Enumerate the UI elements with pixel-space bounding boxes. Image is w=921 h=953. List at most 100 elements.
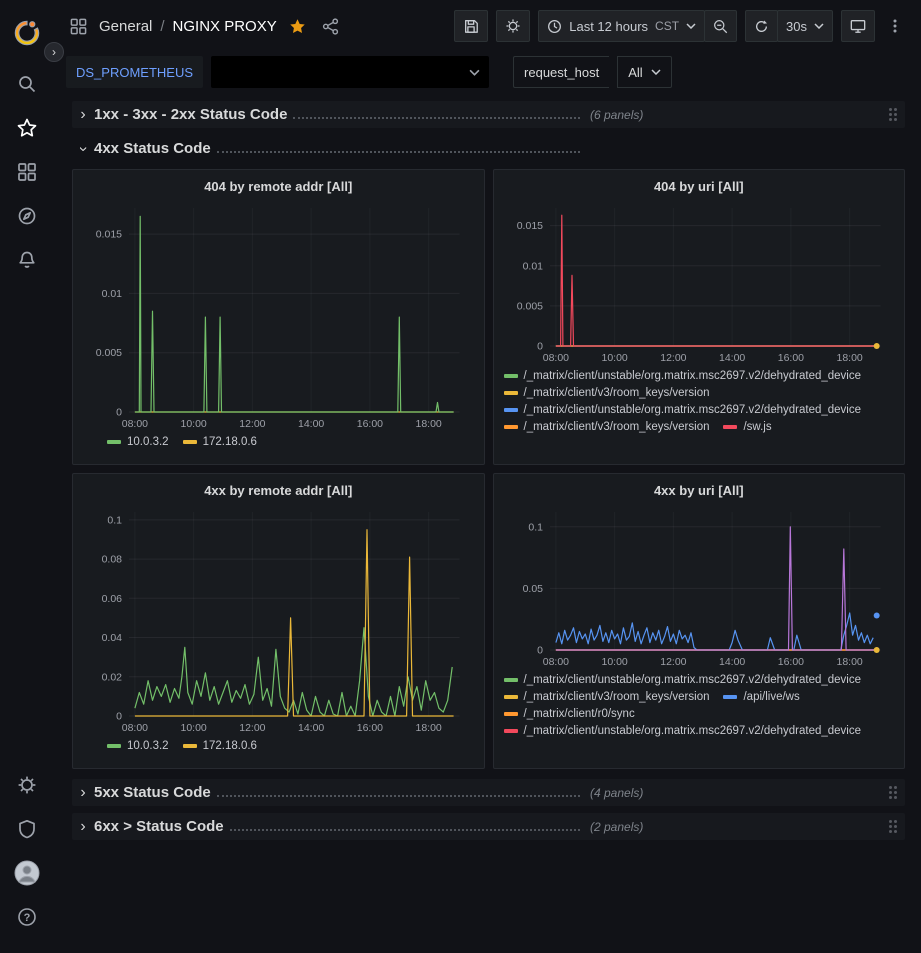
tv-mode-button[interactable] <box>841 10 875 42</box>
legend-swatch <box>183 744 197 748</box>
svg-text:08:00: 08:00 <box>542 352 568 364</box>
svg-text:0.1: 0.1 <box>107 514 122 526</box>
explore-compass-icon[interactable] <box>7 194 47 238</box>
svg-text:0.08: 0.08 <box>102 554 123 566</box>
time-range-picker[interactable]: Last 12 hours CST <box>538 10 705 42</box>
panel-title[interactable]: 4xx by remote addr [All] <box>83 480 474 504</box>
svg-text:12:00: 12:00 <box>660 656 686 668</box>
row-dotted-leader <box>217 151 580 153</box>
panel-legend: 10.0.3.2 172.18.0.6 <box>83 736 474 760</box>
legend-swatch <box>504 374 518 378</box>
svg-text:0.01: 0.01 <box>522 260 543 272</box>
panel-title[interactable]: 404 by uri [All] <box>504 176 895 200</box>
svg-text:0.01: 0.01 <box>102 288 123 300</box>
row-1xx-3xx-2xx[interactable]: › 1xx - 3xx - 2xx Status Code (6 panels) <box>72 101 905 128</box>
datasource-value-select[interactable] <box>211 56 489 88</box>
legend-item[interactable]: /_matrix/client/v3/room_keys/version <box>504 691 710 703</box>
legend-swatch <box>504 391 518 395</box>
timeseries-chart: 00.020.040.060.080.108:0010:0012:0014:00… <box>83 504 474 736</box>
row-expand-chevron-icon: › <box>74 138 92 160</box>
dashboard-header: General / NGINX PROXY <box>54 0 921 52</box>
row-title: 1xx - 3xx - 2xx Status Code <box>94 106 287 123</box>
svg-text:0.005: 0.005 <box>516 300 542 312</box>
svg-text:16:00: 16:00 <box>357 418 383 430</box>
legend-item[interactable]: /_matrix/client/v3/room_keys/version <box>504 387 710 399</box>
search-icon[interactable] <box>7 62 47 106</box>
svg-text:18:00: 18:00 <box>836 352 862 364</box>
svg-text:08:00: 08:00 <box>122 418 148 430</box>
panel-4xx-by-remote-addr: 4xx by remote addr [All] 00.020.040.060.… <box>72 473 485 769</box>
request-host-value: All <box>628 65 642 80</box>
svg-text:16:00: 16:00 <box>777 352 803 364</box>
row-5xx[interactable]: › 5xx Status Code (4 panels) <box>72 779 905 806</box>
favorite-star-icon[interactable] <box>285 14 310 39</box>
svg-text:18:00: 18:00 <box>416 418 442 430</box>
legend-item[interactable]: /_matrix/client/unstable/org.matrix.msc2… <box>504 370 862 382</box>
admin-shield-icon[interactable] <box>7 807 47 851</box>
request-host-variable-label[interactable]: request_host <box>513 56 609 88</box>
alerting-bell-icon[interactable] <box>7 238 47 282</box>
zoom-out-button[interactable] <box>704 10 737 42</box>
row-title: 4xx Status Code <box>94 140 211 157</box>
legend-item[interactable]: /api/live/ws <box>723 691 799 703</box>
svg-text:0.1: 0.1 <box>528 521 543 533</box>
row-title: 5xx Status Code <box>94 784 211 801</box>
request-host-value-select[interactable]: All <box>617 56 671 88</box>
row-drag-handle[interactable] <box>889 786 897 799</box>
row-drag-handle[interactable] <box>889 820 897 833</box>
timeseries-chart: 00.050.108:0010:0012:0014:0016:0018:00 <box>504 504 895 670</box>
breadcrumb-separator: / <box>160 18 164 35</box>
row-dotted-leader <box>293 117 580 119</box>
row-panel-count: (6 panels) <box>590 108 643 122</box>
apps-grid-icon[interactable] <box>66 14 91 39</box>
legend-item[interactable]: 10.0.3.2 <box>107 740 169 752</box>
svg-text:0.05: 0.05 <box>522 583 543 595</box>
legend-swatch <box>504 729 518 733</box>
svg-text:10:00: 10:00 <box>180 418 206 430</box>
refresh-interval-dropdown[interactable]: 30s <box>777 10 833 42</box>
settings-gear-icon[interactable] <box>7 763 47 807</box>
row-drag-handle[interactable] <box>889 108 897 121</box>
legend-item[interactable]: 172.18.0.6 <box>183 740 257 752</box>
legend-item[interactable]: /_matrix/client/unstable/org.matrix.msc2… <box>504 674 862 686</box>
starred-dashboards-icon[interactable] <box>7 106 47 150</box>
legend-item[interactable]: /_matrix/client/unstable/org.matrix.msc2… <box>504 725 862 737</box>
row-6xx[interactable]: › 6xx > Status Code (2 panels) <box>72 813 905 840</box>
help-icon[interactable]: ? <box>7 895 47 939</box>
svg-text:12:00: 12:00 <box>660 352 686 364</box>
legend-label: /_matrix/client/v3/room_keys/version <box>524 387 710 399</box>
datasource-variable-label[interactable]: DS_PROMETHEUS <box>66 56 203 88</box>
dashboards-icon[interactable] <box>7 150 47 194</box>
legend-item[interactable]: 10.0.3.2 <box>107 436 169 448</box>
refresh-interval-label: 30s <box>786 19 807 34</box>
breadcrumb-section[interactable]: General <box>99 18 152 35</box>
row-collapse-chevron-icon: › <box>72 818 94 836</box>
chevron-down-icon <box>686 23 696 29</box>
sidebar-expand-button[interactable]: › <box>44 42 64 62</box>
panel-title[interactable]: 404 by remote addr [All] <box>83 176 474 200</box>
legend-swatch <box>504 408 518 412</box>
legend-item[interactable]: /_matrix/client/unstable/org.matrix.msc2… <box>504 404 862 416</box>
dashboard-title[interactable]: NGINX PROXY <box>173 18 277 35</box>
panel-404-by-uri: 404 by uri [All] 00.0050.010.01508:0010:… <box>493 169 906 465</box>
dashboard-settings-button[interactable] <box>496 10 530 42</box>
time-range-label: Last 12 hours <box>569 19 648 34</box>
kebab-menu-icon[interactable] <box>883 14 907 38</box>
breadcrumb: General / NGINX PROXY <box>66 14 343 39</box>
row-panel-count: (2 panels) <box>590 820 643 834</box>
legend-item[interactable]: 172.18.0.6 <box>183 436 257 448</box>
panel-4xx-by-uri: 4xx by uri [All] 00.050.108:0010:0012:00… <box>493 473 906 769</box>
user-avatar[interactable] <box>7 851 47 895</box>
svg-text:0.005: 0.005 <box>96 347 122 359</box>
share-icon[interactable] <box>318 14 343 39</box>
svg-text:14:00: 14:00 <box>719 656 745 668</box>
grafana-logo[interactable] <box>7 10 47 56</box>
save-dashboard-button[interactable] <box>454 10 488 42</box>
legend-label: 10.0.3.2 <box>127 436 169 448</box>
legend-item[interactable]: /_matrix/client/v3/room_keys/version <box>504 421 710 433</box>
row-4xx[interactable]: › 4xx Status Code <box>72 135 905 162</box>
refresh-button[interactable] <box>745 10 778 42</box>
legend-item[interactable]: /_matrix/client/r0/sync <box>504 708 635 720</box>
legend-item[interactable]: /sw.js <box>723 421 771 433</box>
panel-title[interactable]: 4xx by uri [All] <box>504 480 895 504</box>
